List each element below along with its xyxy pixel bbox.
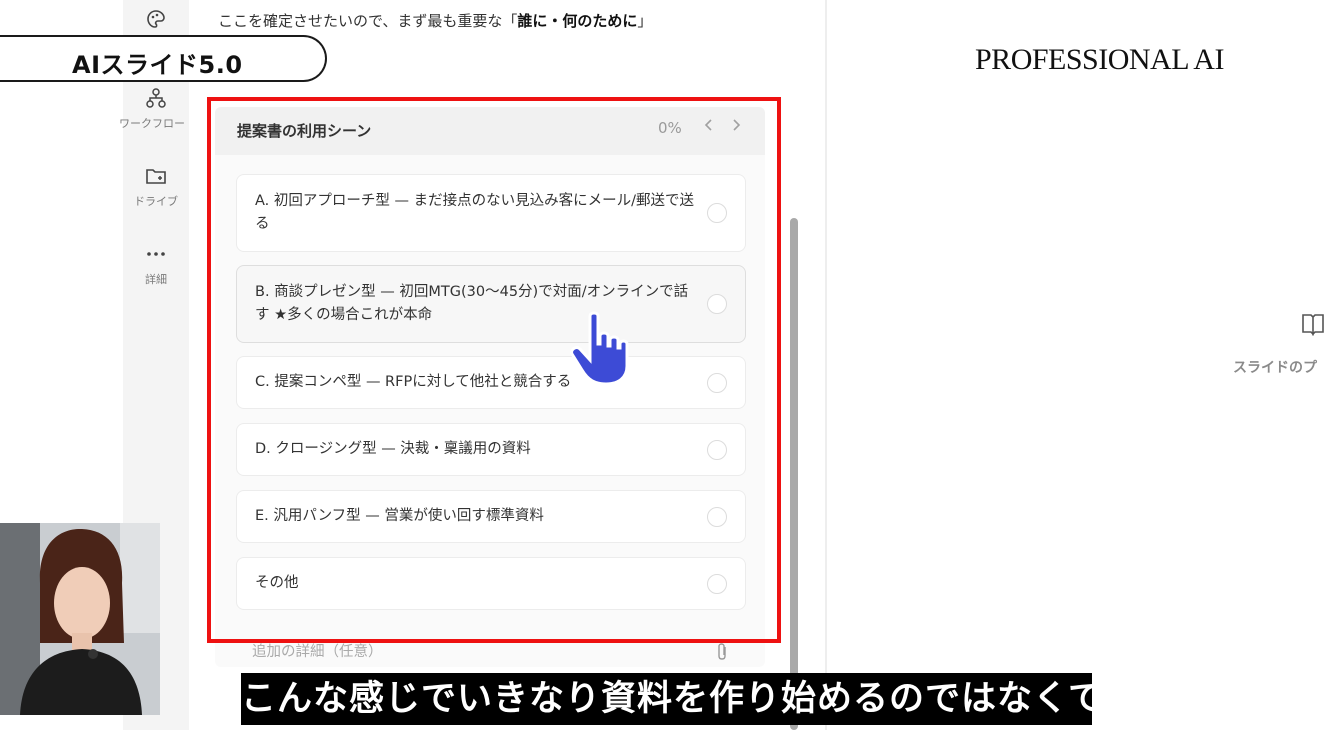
sidebar-label-workflow: ワークフロー (119, 117, 185, 130)
highlight-frame (207, 97, 781, 643)
presenter-webcam (0, 523, 160, 715)
subtitle-caption: こんな感じでいきなり資料を作り始めるのではなくて (241, 673, 1092, 725)
palette-icon (147, 10, 165, 28)
drive-folder-icon (146, 169, 166, 184)
sidebar-label-drive: ドライブ (134, 195, 178, 208)
sidebar-item-top[interactable] (123, 8, 189, 30)
sidebar-label-more: 詳細 (145, 273, 167, 286)
title-badge-text: AIスライド5.0 (72, 51, 243, 79)
sidebar-item-more[interactable]: 詳細 (123, 243, 189, 287)
sidebar-item-drive[interactable]: ドライブ (123, 165, 189, 209)
more-icon (147, 252, 165, 256)
book-icon[interactable] (1300, 311, 1326, 337)
slide-preview-label: スライドのプ (1233, 360, 1317, 376)
workflow-icon (146, 88, 166, 108)
brand-watermark: PROFESSIONAL AI (975, 43, 1224, 76)
paperclip-icon (718, 643, 726, 660)
scrollbar-thumb[interactable] (790, 218, 798, 730)
sidebar-item-workflow[interactable]: ワークフロー (119, 87, 189, 131)
attach-button[interactable] (716, 642, 728, 666)
intro-emphasis: 誰に・何のために (517, 12, 638, 30)
title-badge: AIスライド5.0 (0, 35, 327, 82)
intro-text: ここを確定させたいので、まず最も重要な「 (218, 12, 518, 30)
assistant-message: ここを確定させたいので、まず最も重要な「誰に・何のために」 (218, 10, 652, 31)
presenter-photo (0, 523, 160, 715)
details-input[interactable] (250, 643, 694, 661)
intro-suffix: 」 (637, 12, 653, 30)
hand-pointer-icon (570, 311, 629, 386)
